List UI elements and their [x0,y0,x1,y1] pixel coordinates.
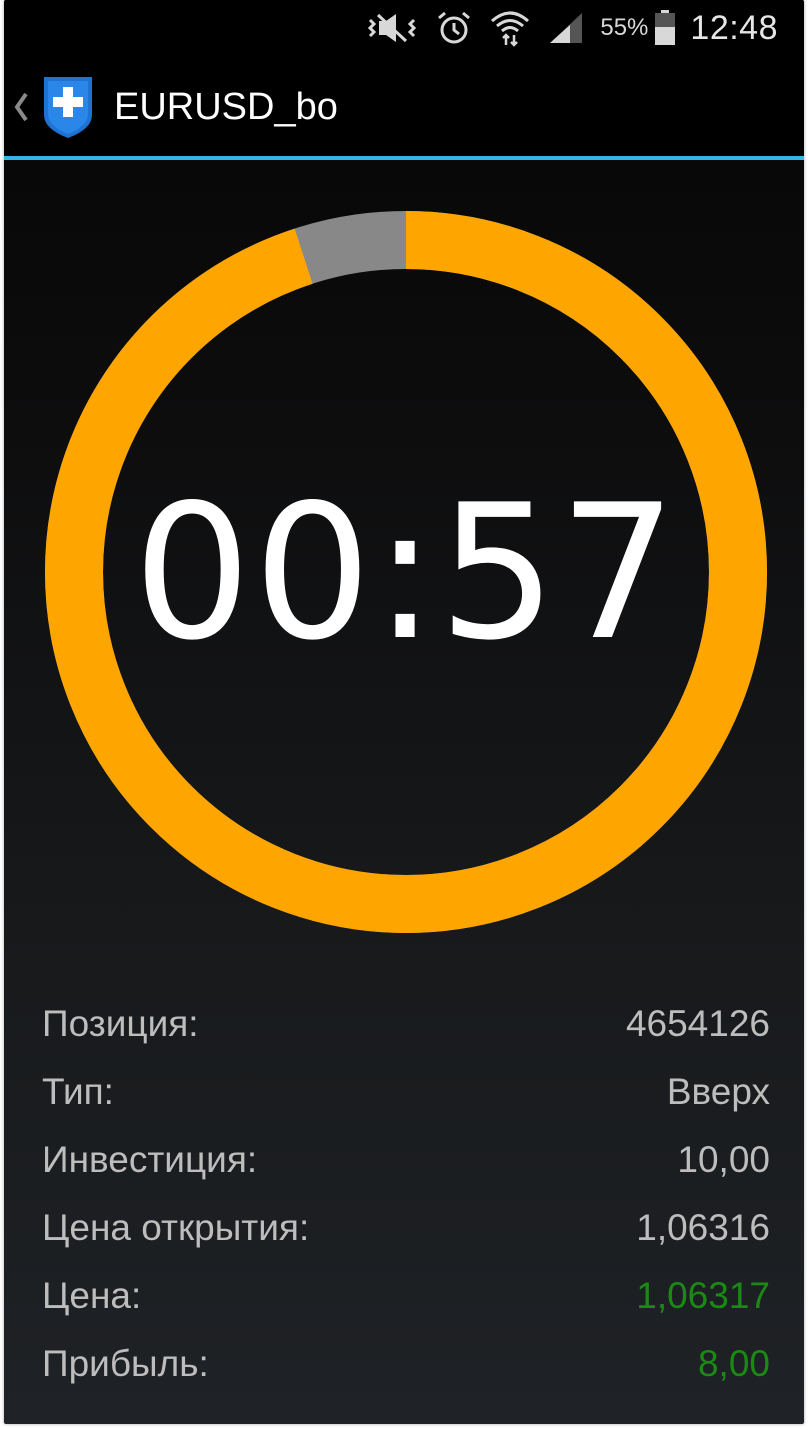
chevron-left-icon [12,92,30,122]
status-clock: 12:48 [690,8,778,47]
vibrate-mute-icon [366,8,418,48]
countdown-timer: 00:57 [40,206,772,938]
page-title: EURUSD_bo [114,85,338,128]
detail-value: 4654126 [625,1003,770,1044]
detail-label: Позиция: [42,1003,199,1044]
detail-row-position: Позиция: 4654126 [42,990,770,1058]
detail-row-price: Цена: 1,06317 [42,1262,770,1330]
alarm-clock-icon [436,8,472,48]
detail-value: 1,06316 [636,1207,770,1248]
detail-value: 1,06317 [636,1275,770,1316]
detail-row-type: Тип: Вверх [42,1058,770,1126]
back-button[interactable] [4,56,94,158]
battery-icon [654,8,676,48]
detail-value: 8,00 [697,1343,770,1384]
detail-value: Вверх [666,1071,770,1112]
accent-divider [4,156,804,160]
phone-screen: 55% 12:48 EURUSD_bo 00:57 Позиция: 46541… [4,0,804,1424]
detail-label: Тип: [42,1071,114,1112]
timer-display: 00:57 [132,463,680,681]
position-details: Позиция: 4654126 Тип: Вверх Инвестиция: … [42,990,770,1398]
detail-label: Прибыль: [42,1343,209,1384]
shield-plus-logo [42,75,94,139]
wifi-data-icon [490,8,530,48]
action-bar: EURUSD_bo [4,56,804,158]
detail-label: Цена: [42,1275,142,1316]
detail-label: Инвестиция: [42,1139,258,1180]
detail-row-profit: Прибыль: 8,00 [42,1330,770,1398]
detail-row-investment: Инвестиция: 10,00 [42,1126,770,1194]
battery-percent: 55% [600,14,649,41]
status-bar: 55% 12:48 [4,0,804,56]
cell-signal-icon [548,8,584,48]
detail-label: Цена открытия: [42,1207,310,1248]
detail-row-open-price: Цена открытия: 1,06316 [42,1194,770,1262]
detail-value: 10,00 [677,1139,770,1180]
